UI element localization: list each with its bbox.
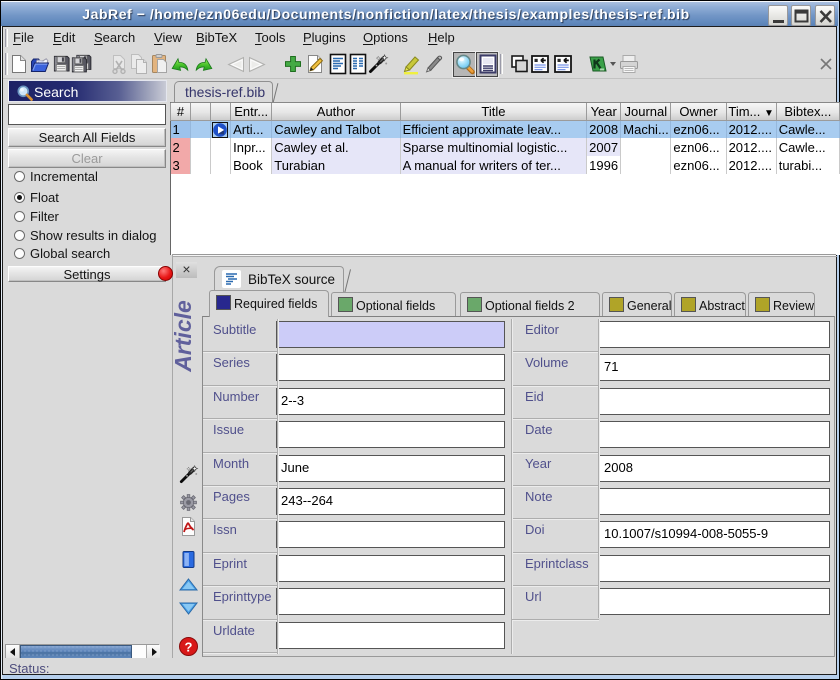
svg-text:?: ? bbox=[185, 640, 193, 655]
